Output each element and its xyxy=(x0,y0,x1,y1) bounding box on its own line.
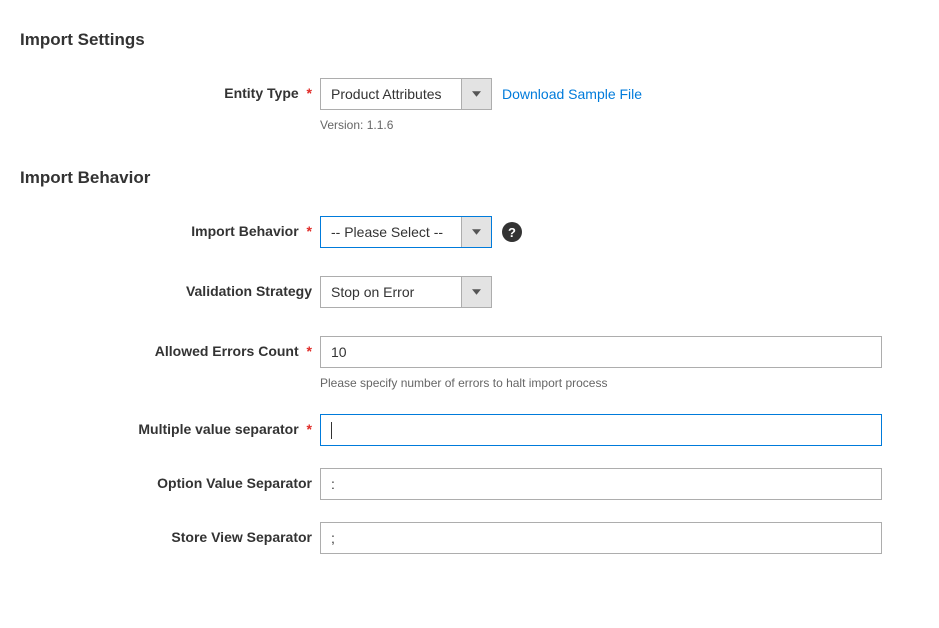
validation-strategy-value: Stop on Error xyxy=(321,277,461,307)
import-behavior-dropdown-button[interactable] xyxy=(461,217,491,247)
validation-strategy-select[interactable]: Stop on Error xyxy=(320,276,492,308)
import-behavior-title: Import Behavior xyxy=(20,168,919,188)
caret-down-icon xyxy=(472,229,481,235)
text-caret xyxy=(331,422,332,439)
multiple-value-sep-input[interactable] xyxy=(320,414,882,446)
validation-strategy-row: Validation Strategy Stop on Error xyxy=(20,276,919,308)
entity-type-version-note: Version: 1.1.6 xyxy=(320,118,393,132)
entity-type-label-text: Entity Type xyxy=(224,85,298,101)
store-view-sep-label-text: Store View Separator xyxy=(171,529,312,545)
multiple-value-sep-row: Multiple value separator * xyxy=(20,414,919,446)
store-view-sep-row: Store View Separator xyxy=(20,522,919,554)
option-value-sep-label-text: Option Value Separator xyxy=(157,475,312,491)
entity-type-select[interactable]: Product Attributes xyxy=(320,78,492,110)
allowed-errors-label-text: Allowed Errors Count xyxy=(155,343,299,359)
required-indicator: * xyxy=(307,85,312,101)
option-value-sep-label: Option Value Separator xyxy=(20,468,320,491)
import-behavior-label: Import Behavior * xyxy=(20,216,320,239)
help-icon[interactable]: ? xyxy=(502,222,522,242)
allowed-errors-hint: Please specify number of errors to halt … xyxy=(320,376,607,390)
entity-type-row: Entity Type * Product Attributes Downloa… xyxy=(20,78,919,132)
option-value-sep-input[interactable] xyxy=(320,468,882,500)
import-behavior-label-text: Import Behavior xyxy=(191,223,298,239)
allowed-errors-row: Allowed Errors Count * Please specify nu… xyxy=(20,336,919,390)
entity-type-value: Product Attributes xyxy=(321,79,461,109)
download-sample-file-link[interactable]: Download Sample File xyxy=(502,86,642,102)
multiple-value-sep-label-text: Multiple value separator xyxy=(138,421,298,437)
entity-type-label: Entity Type * xyxy=(20,78,320,101)
required-indicator: * xyxy=(307,421,312,437)
multiple-value-sep-label: Multiple value separator * xyxy=(20,414,320,437)
required-indicator: * xyxy=(307,343,312,359)
option-value-sep-row: Option Value Separator xyxy=(20,468,919,500)
allowed-errors-label: Allowed Errors Count * xyxy=(20,336,320,359)
caret-down-icon xyxy=(472,289,481,295)
allowed-errors-input[interactable] xyxy=(320,336,882,368)
validation-strategy-dropdown-button[interactable] xyxy=(461,277,491,307)
import-settings-title: Import Settings xyxy=(20,30,919,50)
store-view-sep-label: Store View Separator xyxy=(20,522,320,545)
entity-type-dropdown-button[interactable] xyxy=(461,79,491,109)
caret-down-icon xyxy=(472,91,481,97)
import-behavior-select[interactable]: -- Please Select -- xyxy=(320,216,492,248)
store-view-sep-input[interactable] xyxy=(320,522,882,554)
import-behavior-row: Import Behavior * -- Please Select -- ? xyxy=(20,216,919,248)
validation-strategy-label-text: Validation Strategy xyxy=(186,283,312,299)
import-behavior-value: -- Please Select -- xyxy=(321,217,461,247)
required-indicator: * xyxy=(307,223,312,239)
validation-strategy-label: Validation Strategy xyxy=(20,276,320,299)
